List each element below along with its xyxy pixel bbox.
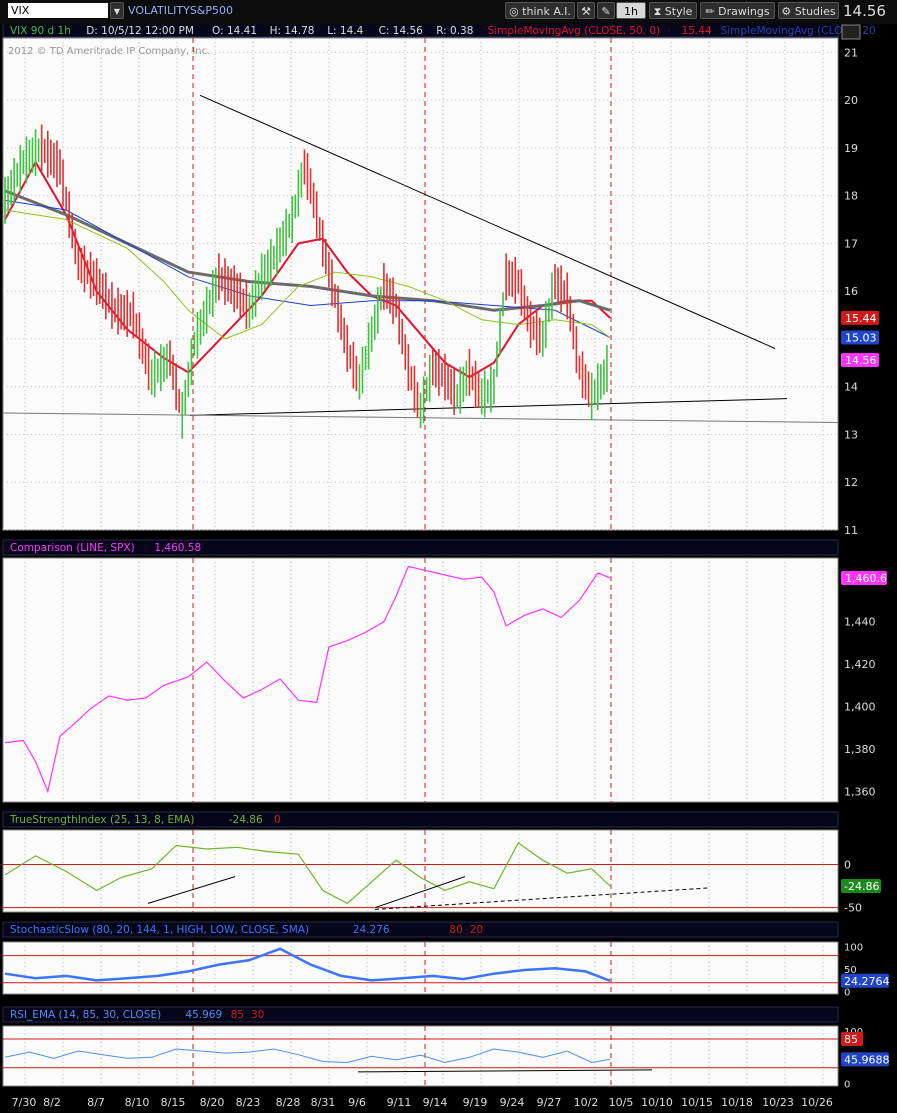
panel-0-plot-area	[2, 37, 839, 531]
panel-2-header-text: -24.86	[229, 814, 263, 826]
panel-4-header-text: 45.969	[185, 1009, 222, 1021]
x-axis-tick-label: 8/23	[236, 1096, 261, 1109]
x-axis-tick-label: 8/20	[200, 1096, 225, 1109]
tsi-tick-label: 0	[844, 859, 851, 872]
price-tick-label: 19	[844, 142, 858, 155]
think-ai-icon: ◎	[509, 5, 519, 18]
price-header-field: H: 14.78	[270, 25, 315, 37]
rsi-high-bubble-label: 85	[844, 1033, 858, 1046]
x-axis-tick-label: 10/26	[801, 1096, 833, 1109]
think-ai-button[interactable]: ◎ think A.I.	[505, 2, 575, 19]
price-header-field: SimpleMovingAvg (CLOSE, 50, 0)	[488, 25, 661, 37]
x-axis-tick-label: 9/6	[348, 1096, 366, 1109]
copyright-text: 2012 © TD Ameritrade IP Company, Inc.	[8, 46, 210, 57]
price-header-field: O: 14.41	[212, 25, 257, 37]
symbol-dropdown-icon[interactable]: ▼	[110, 2, 124, 19]
drawings-button[interactable]: ✏ Drawings	[700, 2, 775, 19]
price-tick-label: 14	[844, 381, 858, 394]
panel-1-header-text: 1,460.58	[154, 542, 201, 554]
studies-icon: ⚙	[781, 5, 792, 18]
x-axis-tick-label: 8/15	[161, 1096, 186, 1109]
spx-tick-label: 1,420	[844, 658, 876, 671]
price-tick-label: 11	[844, 524, 858, 537]
rsi-tick-label: 0	[844, 1079, 850, 1090]
panel-3-header-text: StochasticSlow (80, 20, 144, 1, HIGH, LO…	[10, 924, 309, 936]
tsi-tick-label: -50	[844, 902, 862, 915]
price-header-field: R: 0.38	[436, 25, 473, 37]
panel-2-plot-area	[2, 829, 839, 913]
studies-button[interactable]: ⚙ Studies	[778, 2, 839, 19]
edit-tool-icon[interactable]: ✎	[597, 2, 615, 19]
price-bubble-label: 15.03	[845, 331, 877, 344]
x-axis-tick-label: 10/15	[681, 1096, 713, 1109]
candle-icon: ⧗	[653, 5, 662, 18]
panel-2-header-text: TrueStrengthIndex (25, 13, 8, EMA)	[9, 814, 194, 826]
panel-1-header-text: Comparison (LINE, SPX)	[10, 542, 135, 554]
x-axis-tick-label: 8/28	[276, 1096, 301, 1109]
x-axis-tick-label: 10/5	[609, 1096, 634, 1109]
tsi-bubble-label: -24.86	[844, 880, 879, 893]
x-axis-tick-label: 8/2	[43, 1096, 61, 1109]
x-axis-tick-label: 9/19	[463, 1096, 488, 1109]
symbol-input[interactable]: VIX	[8, 3, 108, 18]
price-bubble-label: 15.44	[845, 312, 877, 325]
draw-mode-icon	[841, 24, 861, 40]
compare-symbol-label[interactable]: VOLATILITYS&P500	[128, 4, 233, 17]
x-axis-tick-label: 8/31	[311, 1096, 336, 1109]
pencil-icon: ✏	[705, 5, 715, 18]
panel-3-header-text: 80	[449, 924, 462, 936]
stoch-bubble-label: 24.2764	[844, 975, 890, 988]
x-axis-tick-label: 8/7	[87, 1096, 105, 1109]
spx-tick-label: 1,360	[844, 785, 876, 798]
x-axis-tick-label: 10/2	[574, 1096, 599, 1109]
x-axis-tick-label: 10/23	[762, 1096, 794, 1109]
x-axis-tick-label: 9/11	[387, 1096, 412, 1109]
price-tick-label: 16	[844, 285, 858, 298]
price-bubble-label: 14.56	[845, 354, 877, 367]
price-header-field: 15.44	[682, 25, 712, 37]
price-tick-label: 13	[844, 428, 858, 441]
panel-4-header-text: RSI_EMA (14, 85, 30, CLOSE)	[10, 1009, 161, 1021]
price-tick-label: 21	[844, 46, 858, 59]
price-tick-label: 18	[844, 190, 858, 203]
spx-tick-label: 1,380	[844, 743, 876, 756]
rsi-bubble-label: 45.9688	[844, 1053, 890, 1066]
last-price: 14.56	[843, 2, 886, 20]
panel-4-header-text: 30	[251, 1009, 264, 1021]
price-header-field: C: 14.56	[379, 25, 424, 37]
spx-tick-label: 1,440	[844, 616, 876, 629]
stoch-tick-label: 0	[844, 988, 850, 999]
price-tick-label: 17	[844, 237, 858, 250]
panel-4-header-text: 85	[231, 1009, 244, 1021]
drawing-tool-icon[interactable]: ⚒	[577, 2, 595, 19]
chart-canvas[interactable]: 111213141516171819202115.4415.0314.561,3…	[0, 0, 897, 1113]
price-header-field: L: 14.4	[327, 25, 363, 37]
spx-tick-label: 1,400	[844, 701, 876, 714]
panel-3-header-text: 20	[470, 924, 483, 936]
style-button[interactable]: ⧗ Style	[649, 2, 697, 19]
panel-4-plot-area	[2, 1025, 839, 1087]
panel-1-plot-area	[2, 557, 839, 803]
price-tick-label: 20	[844, 94, 858, 107]
toolbar: VIX ▼ VOLATILITYS&P500 ◎ think A.I. ⚒ ✎ …	[0, 0, 897, 24]
x-axis-tick-label: 9/14	[423, 1096, 448, 1109]
x-axis-tick-label: 9/24	[500, 1096, 525, 1109]
x-axis-tick-label: 7/30	[12, 1096, 37, 1109]
price-header-field: D: 10/5/12 12:00 PM	[86, 25, 194, 37]
x-axis-tick-label: 8/10	[125, 1096, 150, 1109]
x-axis-tick-label: 10/18	[721, 1096, 753, 1109]
panel-3-header-text: 24.276	[353, 924, 390, 936]
x-axis-tick-label: 9/27	[537, 1096, 562, 1109]
spx-bubble-label: 1,460.6	[845, 572, 887, 585]
panel-3-plot-area	[2, 941, 839, 995]
timeframe-button[interactable]: 1h	[616, 2, 646, 19]
x-axis-tick-label: 10/10	[641, 1096, 673, 1109]
price-header-field: VIX 90 d 1h	[10, 25, 71, 37]
price-tick-label: 12	[844, 476, 858, 489]
panel-2-header-text: 0	[274, 814, 281, 826]
stoch-tick-label: 100	[844, 943, 863, 954]
price-header: VIX 90 d 1h D: 10/5/12 12:00 PM O: 14.41 H:…	[10, 25, 876, 37]
